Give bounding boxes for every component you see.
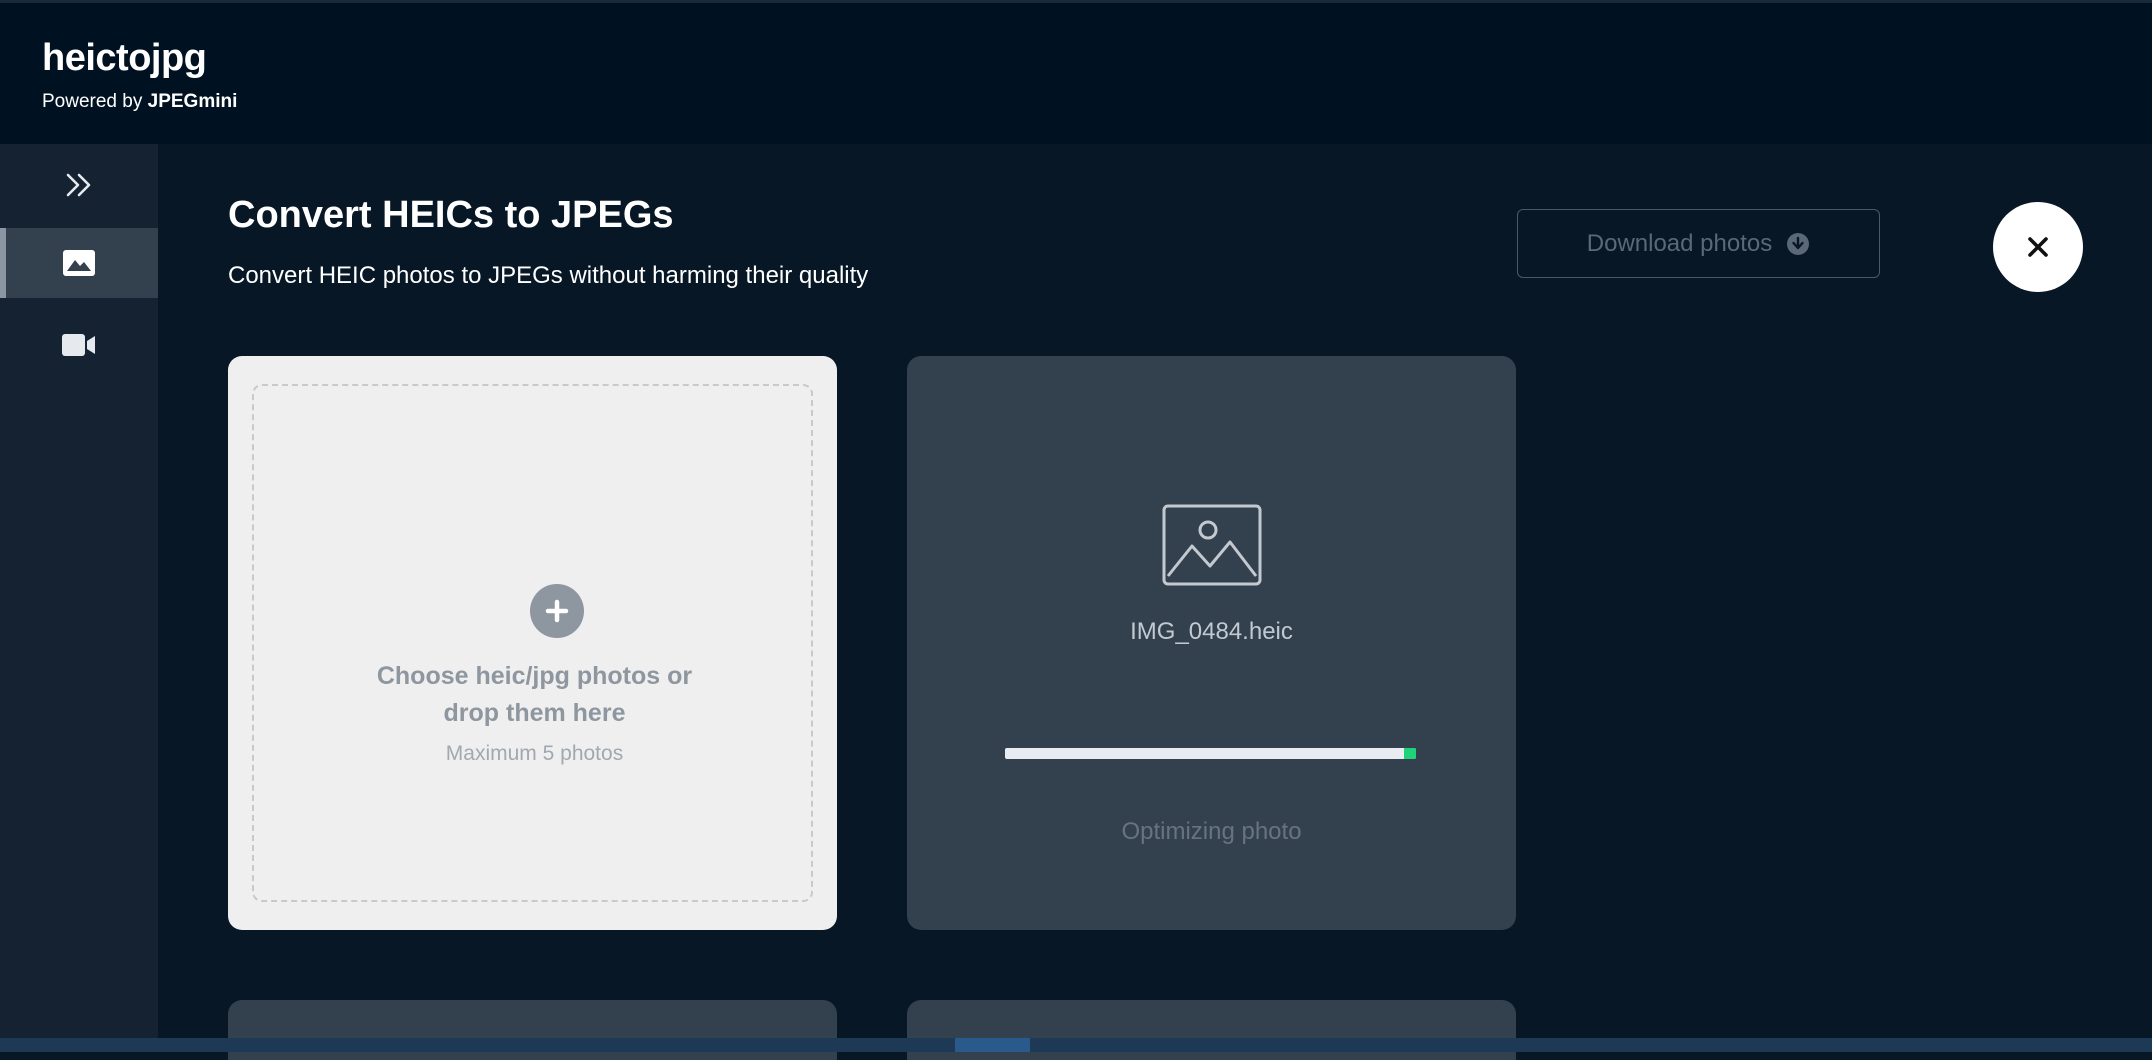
sidebar — [0, 144, 158, 1038]
app-logo[interactable]: heictojpg — [42, 37, 207, 80]
sidebar-item-photos[interactable] — [0, 228, 158, 298]
sidebar-item-videos[interactable] — [0, 310, 158, 380]
double-chevron-right-icon — [66, 173, 91, 197]
sidebar-expand-button[interactable] — [0, 150, 158, 220]
download-photos-label: Download photos — [1586, 229, 1773, 257]
close-icon — [2028, 237, 2048, 257]
download-circle-icon — [1787, 232, 1810, 255]
upload-instructions: Choose heic/jpg photos or drop them here — [254, 658, 815, 732]
close-button[interactable] — [1993, 202, 2083, 292]
powered-by-prefix: Powered by — [42, 91, 148, 112]
video-camera-icon — [62, 334, 95, 356]
upload-dropzone[interactable]: Choose heic/jpg photos or drop them here… — [228, 356, 837, 930]
progress-bar-fill — [1404, 748, 1416, 759]
progress-bar — [1005, 748, 1416, 759]
photo-status: Optimizing photo — [1121, 818, 1302, 845]
download-photos-button[interactable]: Download photos — [1517, 209, 1880, 278]
photo-card: IMG_0484.heic Optimizing photo — [907, 356, 1516, 930]
page-subtitle: Convert HEIC photos to JPEGs without har… — [228, 262, 869, 289]
photo-filename: IMG_0484.heic — [1130, 618, 1293, 645]
page-title: Convert HEICs to JPEGs — [228, 194, 674, 236]
image-icon — [63, 250, 95, 276]
photo-placeholder-icon — [1162, 504, 1262, 586]
upload-limit: Maximum 5 photos — [445, 742, 624, 765]
app-header: heictojpg Powered by JPEGmini — [0, 0, 2152, 144]
upload-line-1: Choose heic/jpg photos or — [376, 662, 693, 690]
taskbar — [0, 1038, 2152, 1052]
add-photo-icon — [530, 584, 584, 638]
powered-by-brand: JPEGmini — [147, 91, 238, 112]
dropzone-border: Choose heic/jpg photos or drop them here… — [252, 384, 813, 902]
upload-line-2: drop them here — [443, 699, 626, 727]
taskbar-active-item[interactable] — [955, 1038, 1030, 1052]
powered-by: Powered by JPEGmini — [42, 91, 237, 113]
